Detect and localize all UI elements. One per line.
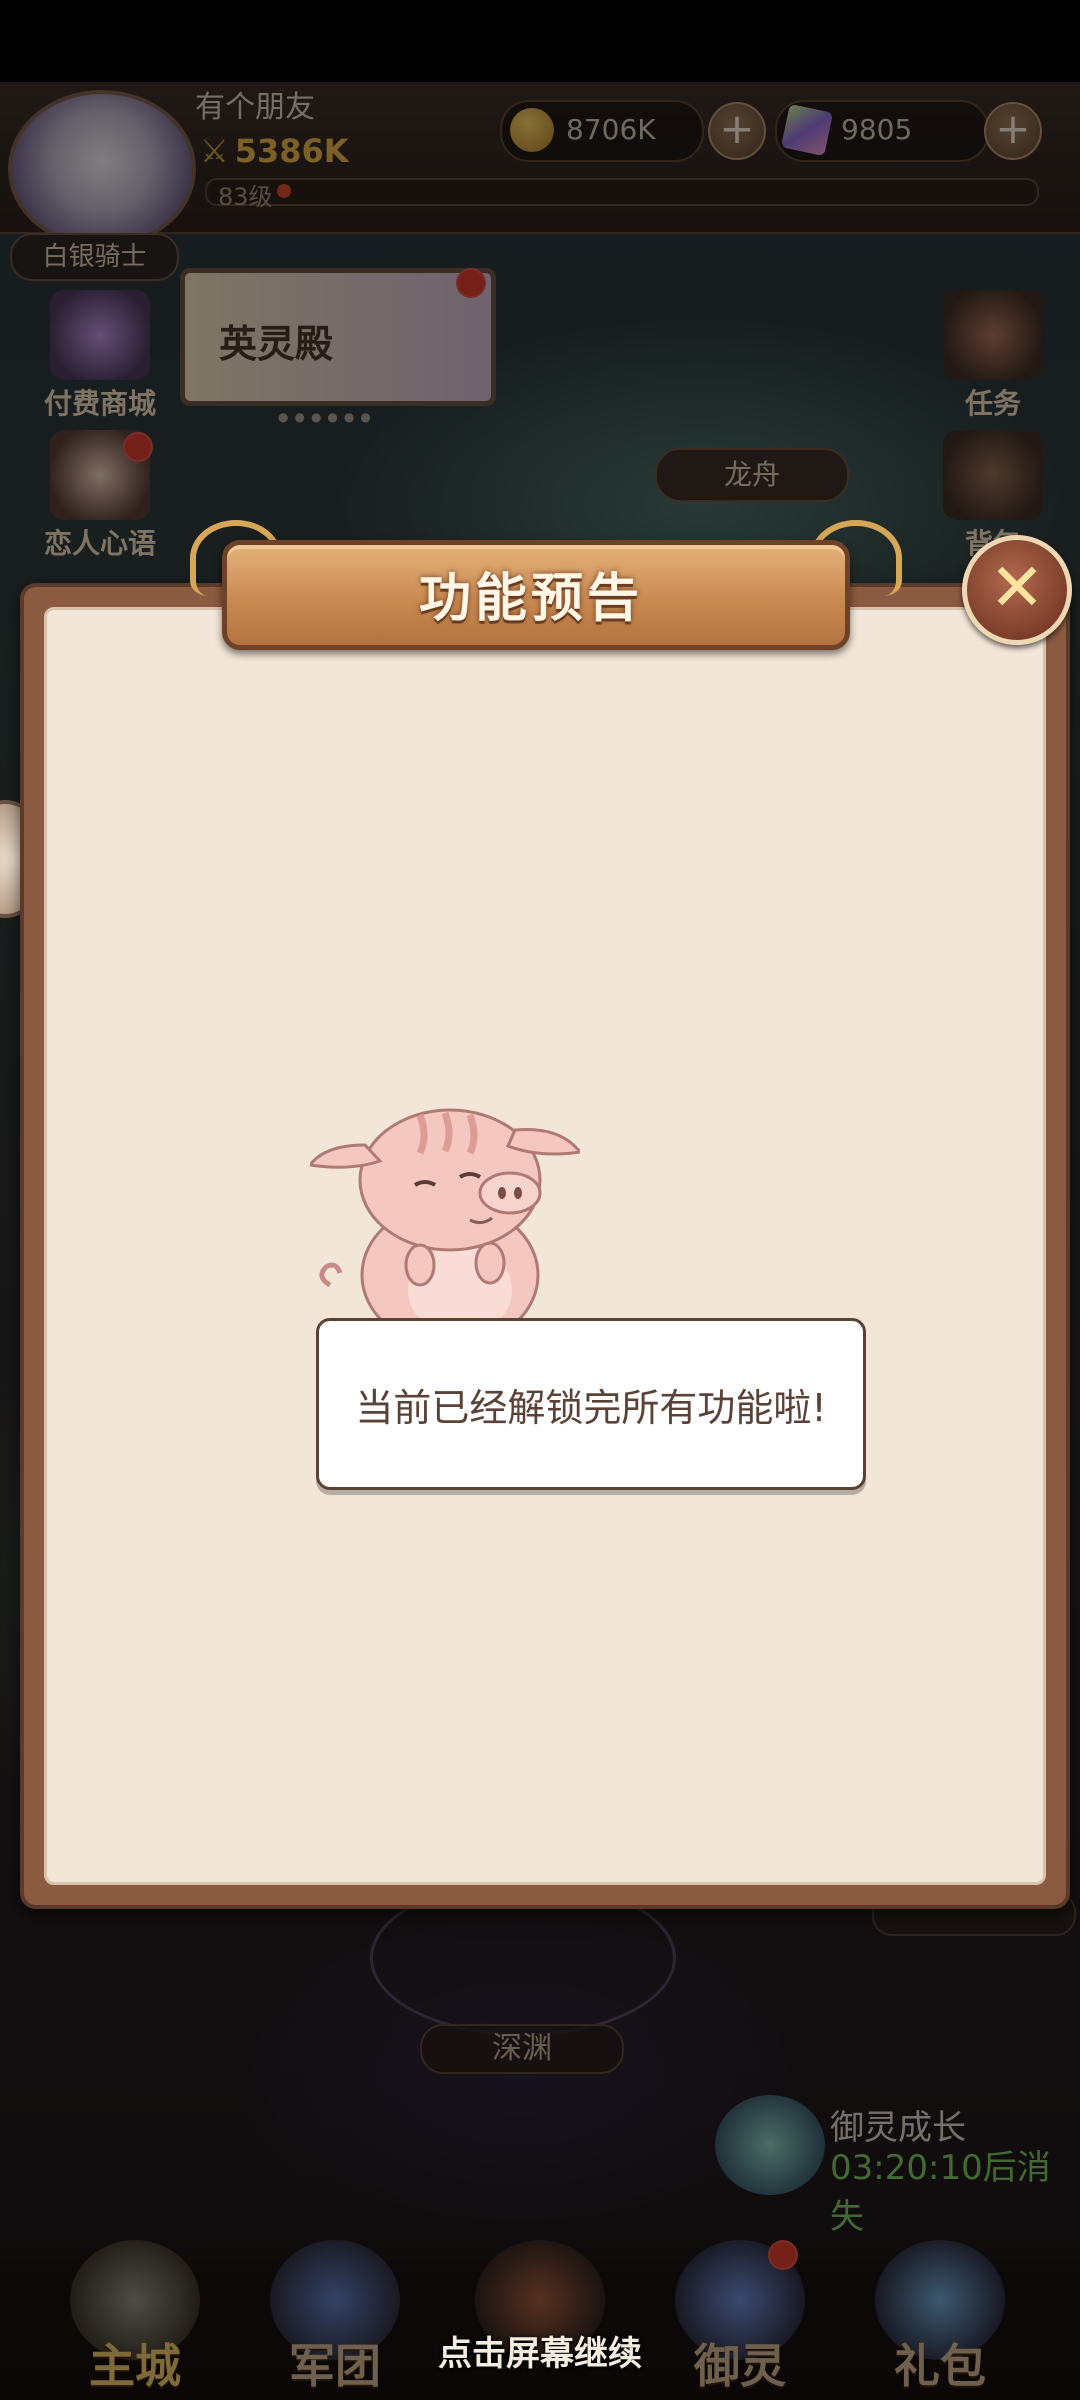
game-screen: 有个朋友 ⚔ 5386K 83级 8706K + 9805 + 白银骑士 付费商城… xyxy=(0,0,1080,2400)
tap-to-continue-hint: 点击屏幕继续 xyxy=(438,2334,642,2374)
message-bubble: 当前已经解锁完所有功能啦! xyxy=(316,1318,866,1490)
close-icon: ✕ xyxy=(989,549,1045,626)
pig-icon xyxy=(310,1108,580,1354)
dialog-title: 功能预告 xyxy=(418,569,643,629)
close-button[interactable]: ✕ xyxy=(962,535,1072,645)
message-text: 当前已经解锁完所有功能啦! xyxy=(355,1386,827,1430)
